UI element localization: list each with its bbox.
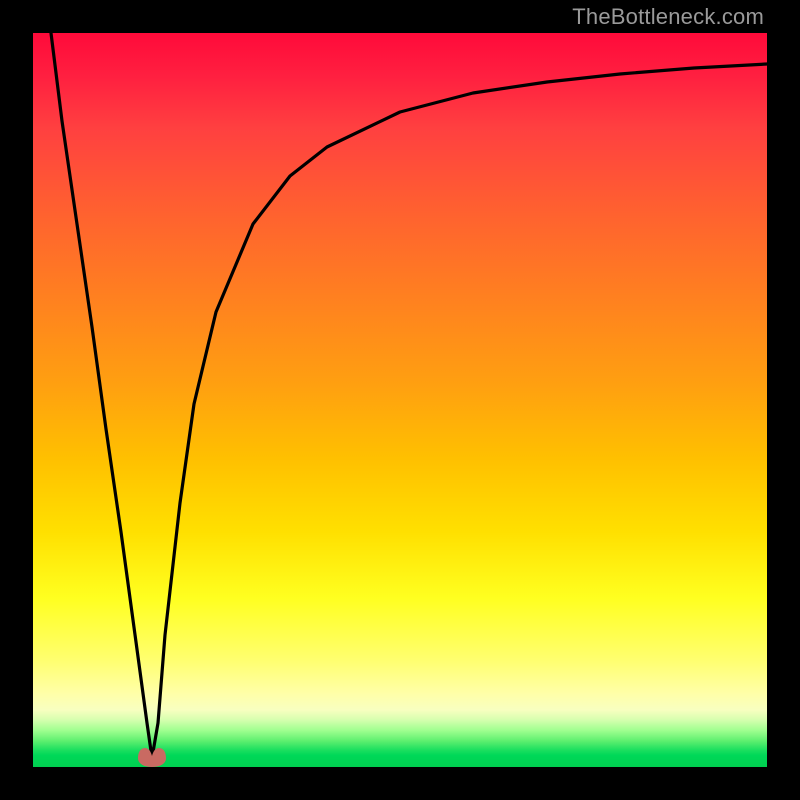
blob-shape [138, 748, 166, 767]
curve-path [51, 33, 767, 758]
plot-area [33, 33, 767, 767]
chart-frame: TheBottleneck.com [0, 0, 800, 800]
bottleneck-curve [33, 33, 767, 767]
minimum-marker-icon [137, 746, 167, 767]
watermark-text: TheBottleneck.com [572, 4, 764, 30]
